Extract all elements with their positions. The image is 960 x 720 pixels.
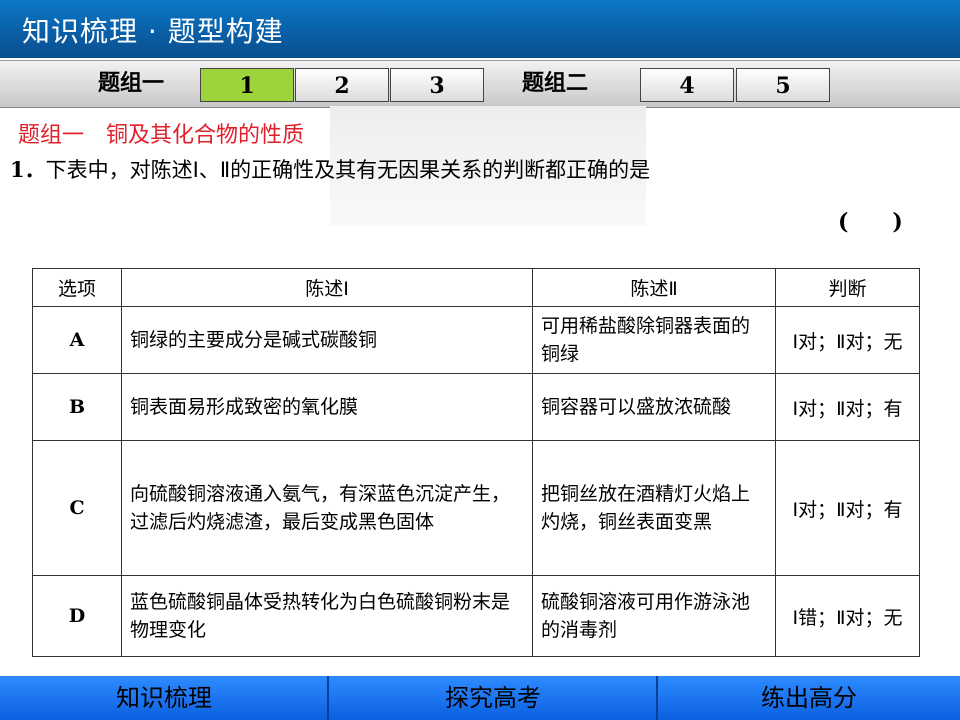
footer-practice-button[interactable]: 练出高分 <box>658 676 960 720</box>
question-group-nav: 题组一 1 2 3 题组二 4 5 <box>0 60 960 108</box>
question-stem: 1．下表中，对陈述Ⅰ、Ⅱ的正确性及其有无因果关系的判断都正确的是 <box>10 154 650 184</box>
question-number: 1． <box>10 157 46 182</box>
header-bar: 知识梳理 · 题型构建 <box>0 0 960 58</box>
options-table: 选项 陈述Ⅰ 陈述Ⅱ 判断 A 铜绿的主要成分是碱式碳酸铜 可用稀盐酸除铜器表面… <box>32 268 920 657</box>
table-row: D 蓝色硫酸铜晶体受热转化为白色硫酸铜粉末是物理变化 硫酸铜溶液可用作游泳池的消… <box>32 575 920 657</box>
tab-4[interactable]: 4 <box>640 68 734 102</box>
header-statement-2: 陈述Ⅱ <box>532 268 776 307</box>
judgement: Ⅰ对；Ⅱ对；无 <box>775 306 920 374</box>
option-label: A <box>32 306 122 374</box>
statement-1: 铜绿的主要成分是碱式碳酸铜 <box>121 306 533 374</box>
section-topic: 铜及其化合物的性质 <box>106 123 305 148</box>
statement-1: 蓝色硫酸铜晶体受热转化为白色硫酸铜粉末是物理变化 <box>121 575 533 657</box>
tab-3[interactable]: 3 <box>390 68 484 102</box>
statement-2: 硫酸铜溶液可用作游泳池的消毒剂 <box>532 575 776 657</box>
header-statement-1: 陈述Ⅰ <box>121 268 533 307</box>
option-label: D <box>32 575 122 657</box>
section-group: 题组一 <box>18 123 85 148</box>
group1-label: 题组一 <box>98 71 165 96</box>
tab-1[interactable]: 1 <box>200 68 294 102</box>
option-label: B <box>32 373 122 441</box>
header-judgement: 判断 <box>775 268 920 307</box>
judgement: Ⅰ对；Ⅱ对；有 <box>775 373 920 441</box>
header-option: 选项 <box>32 268 122 307</box>
footer-knowledge-button[interactable]: 知识梳理 <box>0 676 328 720</box>
statement-2: 铜容器可以盛放浓硫酸 <box>532 373 776 441</box>
option-label: C <box>32 440 122 576</box>
page-title: 知识梳理 · 题型构建 <box>22 15 284 48</box>
tab-2[interactable]: 2 <box>295 68 389 102</box>
table-header-row: 选项 陈述Ⅰ 陈述Ⅱ 判断 <box>32 268 920 307</box>
statement-2: 可用稀盐酸除铜器表面的铜绿 <box>532 306 776 374</box>
group2-label: 题组二 <box>522 71 589 96</box>
statement-1: 向硫酸铜溶液通入氨气，有深蓝色沉淀产生，过滤后灼烧滤渣，最后变成黑色固体 <box>121 440 533 576</box>
answer-blank: ( ) <box>838 209 903 235</box>
section-heading: 题组一 铜及其化合物的性质 <box>18 117 304 149</box>
statement-1: 铜表面易形成致密的氧化膜 <box>121 373 533 441</box>
judgement: Ⅰ对；Ⅱ对；有 <box>775 440 920 576</box>
footer-explore-button[interactable]: 探究高考 <box>329 676 657 720</box>
footer-nav: 知识梳理 探究高考 练出高分 <box>0 676 960 720</box>
tab-5[interactable]: 5 <box>736 68 830 102</box>
statement-2: 把铜丝放在酒精灯火焰上灼烧，铜丝表面变黑 <box>532 440 776 576</box>
judgement: Ⅰ错；Ⅱ对；无 <box>775 575 920 657</box>
table-row: A 铜绿的主要成分是碱式碳酸铜 可用稀盐酸除铜器表面的铜绿 Ⅰ对；Ⅱ对；无 <box>32 306 920 374</box>
table-row: C 向硫酸铜溶液通入氨气，有深蓝色沉淀产生，过滤后灼烧滤渣，最后变成黑色固体 把… <box>32 440 920 576</box>
table-row: B 铜表面易形成致密的氧化膜 铜容器可以盛放浓硫酸 Ⅰ对；Ⅱ对；有 <box>32 373 920 441</box>
question-text: 下表中，对陈述Ⅰ、Ⅱ的正确性及其有无因果关系的判断都正确的是 <box>45 158 651 182</box>
